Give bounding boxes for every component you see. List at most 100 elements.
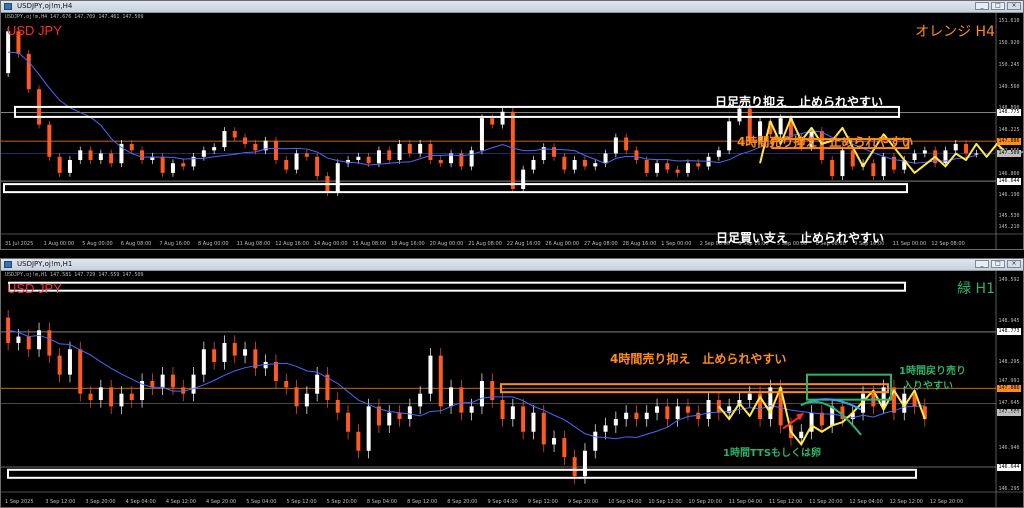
- h4-candle: [57, 156, 62, 173]
- h1-x-tick-label: 1 Sep 2025: [5, 499, 34, 505]
- h4-x-tick-label: 22 Aug 16:00: [507, 241, 541, 247]
- h4-price-axis-label: 148.775: [997, 109, 1021, 117]
- h1-x-tick-label: 10 Sep 12:00: [648, 499, 681, 505]
- h1-candle: [747, 393, 752, 401]
- h1-candle: [273, 361, 278, 381]
- h1-daily-support-zone: [7, 468, 917, 479]
- h4-candle: [974, 153, 979, 155]
- close-button[interactable]: ×: [1007, 260, 1021, 268]
- h4-candle: [140, 150, 145, 160]
- h4-candle: [181, 163, 186, 167]
- h4-candle: [479, 118, 484, 151]
- h4-candle: [655, 163, 660, 173]
- h1-x-tick-label: 5 Sep 12:00: [286, 499, 316, 505]
- h4-price-axis-label: 146.644: [997, 177, 1021, 185]
- h1-x-tick-label: 5 Sep 04:00: [246, 499, 276, 505]
- h1-candle: [634, 412, 639, 420]
- h1-x-tick-label: 3 Sep 20:00: [85, 499, 115, 505]
- h1-candle: [243, 349, 248, 356]
- h1-x-tick-label: 10 Sep 04:00: [608, 499, 641, 505]
- minimize-button[interactable]: _: [975, 2, 989, 10]
- h4-ohlc-info: USDJPY,oj!m,H4 147.676 147.709 147.461 1…: [5, 14, 144, 20]
- h1-candle: [119, 393, 124, 407]
- h1-price-axis-label: 149.592: [998, 276, 1020, 283]
- h4-candle: [273, 140, 278, 160]
- h4-candle: [778, 118, 783, 135]
- h1-candle: [232, 342, 237, 356]
- h4-candle: [881, 156, 886, 177]
- maximize-button[interactable]: □: [991, 260, 1005, 268]
- h4-window-title: USDJPY,oj!m,H4: [17, 2, 73, 10]
- h4-candle: [129, 143, 134, 151]
- h1-x-tick-label: 4 Sep 04:00: [126, 499, 156, 505]
- h1-x-tick-label: 12 Sep 12:00: [890, 499, 923, 505]
- h1-candle: [685, 406, 690, 413]
- h1-candle: [160, 374, 165, 388]
- maximize-button[interactable]: □: [991, 2, 1005, 10]
- h1-price-axis-label: 146.940: [998, 444, 1020, 451]
- h4-x-tick-label: 11 Sep 00:00: [893, 241, 926, 247]
- h4-candle: [253, 143, 258, 151]
- h4-price-chart[interactable]: 31 Jul 2025 1 Aug 00:00 5 Aug 00:00 6 Aug 0…: [1, 12, 1023, 249]
- h4-price-axis-label: 146.190: [998, 192, 1020, 199]
- h1-candle: [387, 412, 392, 426]
- minimize-button[interactable]: _: [975, 260, 989, 268]
- h1-candle: [531, 412, 536, 432]
- h1-pullback-note: 1時間戻り売り: [899, 366, 966, 377]
- h1-candle: [521, 406, 526, 432]
- h1-x-tick-label: 12 Sep 04:00: [849, 499, 882, 505]
- h4-candle: [232, 131, 237, 138]
- h1-daily-resistance-zone: [8, 281, 906, 292]
- h4-candle: [830, 160, 835, 177]
- h4-price-axis-label: 147.886: [997, 137, 1021, 145]
- h1-ohlc-info: USDJPY,oj!m,H1 147.581 147.729 147.559 1…: [5, 272, 144, 278]
- h1-timeframe-label: 緑 H1: [957, 281, 995, 297]
- h1-candle: [67, 349, 72, 375]
- h1-candle: [129, 393, 134, 401]
- h1-candle: [624, 412, 629, 420]
- h4-candle: [891, 156, 896, 170]
- h1-chart-window[interactable]: USDJPY,oj!m,H1 _ □ × 1 Sep 2025 3 Sep 12:…: [0, 258, 1024, 508]
- h4-candle: [624, 137, 629, 151]
- h4-candle: [953, 143, 958, 151]
- h4-candle: [665, 163, 670, 170]
- h1-candle: [562, 438, 567, 458]
- h4-timeframe-label: オレンジ H4: [915, 24, 995, 40]
- h1-candle: [881, 387, 886, 407]
- h4-x-tick-label: 11 Aug 08:00: [237, 241, 271, 247]
- h1-candle: [335, 400, 340, 413]
- h4-candle: [201, 150, 206, 157]
- h4-price-axis-label: 145.530: [998, 213, 1020, 220]
- h1-candle: [98, 387, 103, 401]
- h1-entry-note: 入りやすい: [903, 381, 953, 392]
- h4-x-tick-label: 26 Aug 00:00: [545, 241, 579, 247]
- h1-candle: [675, 406, 680, 420]
- h1-h4-resistance-note: 4時間売り抑え 止められやすい: [610, 352, 787, 366]
- h4-x-tick-label: 7 Aug 16:00: [159, 241, 190, 247]
- h4-candle: [737, 108, 742, 122]
- h4-candle: [644, 160, 649, 173]
- h4-candle: [418, 143, 423, 154]
- h1-candle: [799, 431, 804, 439]
- h1-x-tick-label: 8 Sep 20:00: [447, 499, 477, 505]
- h1-price-chart[interactable]: 1 Sep 2025 3 Sep 12:00 3 Sep 20:00 4 Sep 04…: [1, 270, 1023, 507]
- h4-candle: [582, 160, 587, 167]
- h4-candle: [613, 137, 618, 154]
- h1-candle: [459, 387, 464, 413]
- h1-candle: [541, 412, 546, 445]
- h4-candle: [922, 150, 927, 154]
- h4-chart-window[interactable]: USDJPY,oj!m,H4 _ □ × 31 Jul 2025 1 Aug 00…: [0, 0, 1024, 250]
- h4-x-tick-label: 28 Aug 16:00: [623, 241, 657, 247]
- h1-price-axis-label: 146.295: [998, 485, 1020, 492]
- close-button[interactable]: ×: [1007, 2, 1021, 10]
- h4-candle: [366, 156, 371, 164]
- h1-candle: [510, 406, 515, 420]
- h1-candle: [47, 330, 52, 356]
- h1-symbol-label: USD JPY: [7, 281, 62, 296]
- h1-candle: [57, 355, 62, 375]
- h4-candle: [304, 153, 309, 157]
- h1-candle: [644, 412, 649, 420]
- h1-candle: [315, 374, 320, 394]
- h4-candle: [696, 163, 701, 167]
- h4-candle: [727, 121, 732, 151]
